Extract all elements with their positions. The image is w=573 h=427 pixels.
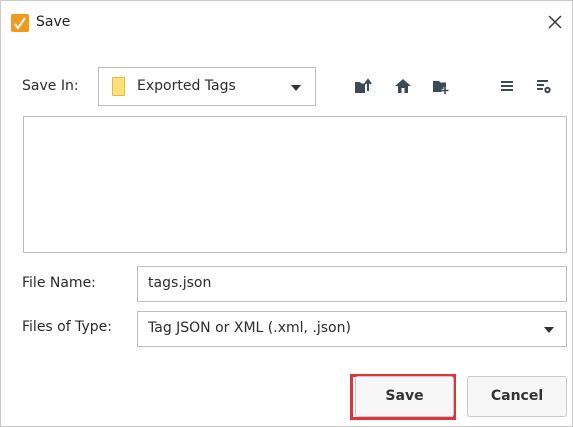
title-bar[interactable]: Save [1,1,572,37]
save-button[interactable]: Save [355,376,454,417]
chevron-down-icon [291,85,301,91]
save-in-dropdown[interactable]: Exported Tags [98,67,316,106]
close-icon [548,15,562,29]
file-list[interactable] [23,116,567,253]
up-one-level-button[interactable] [350,73,376,99]
file-type-label: Files of Type: [22,319,112,335]
new-folder-button[interactable] [428,73,454,99]
save-in-selected-folder: Exported Tags [137,78,236,94]
folder-icon [112,77,125,96]
close-button[interactable] [542,10,568,34]
cancel-button[interactable]: Cancel [467,376,567,417]
file-name-field[interactable]: tags.json [137,266,567,302]
ignition-app-icon [11,14,29,32]
list-view-button[interactable] [494,73,520,99]
save-in-label: Save In: [22,78,79,94]
home-icon [395,79,411,93]
file-name-label: File Name: [22,275,96,291]
file-type-selected: Tag JSON or XML (.xml, .json) [148,320,351,336]
save-dialog: Save Save In: Exported Tags File Name: t… [0,0,573,427]
details-view-button[interactable] [530,73,556,99]
list-view-icon [501,81,513,91]
details-view-icon [537,80,551,94]
home-button[interactable] [390,73,416,99]
chevron-down-icon [544,327,554,333]
new-folder-icon [433,81,449,94]
up-one-level-icon [355,78,372,93]
dialog-title: Save [36,14,71,30]
file-type-dropdown[interactable]: Tag JSON or XML (.xml, .json) [137,311,567,347]
